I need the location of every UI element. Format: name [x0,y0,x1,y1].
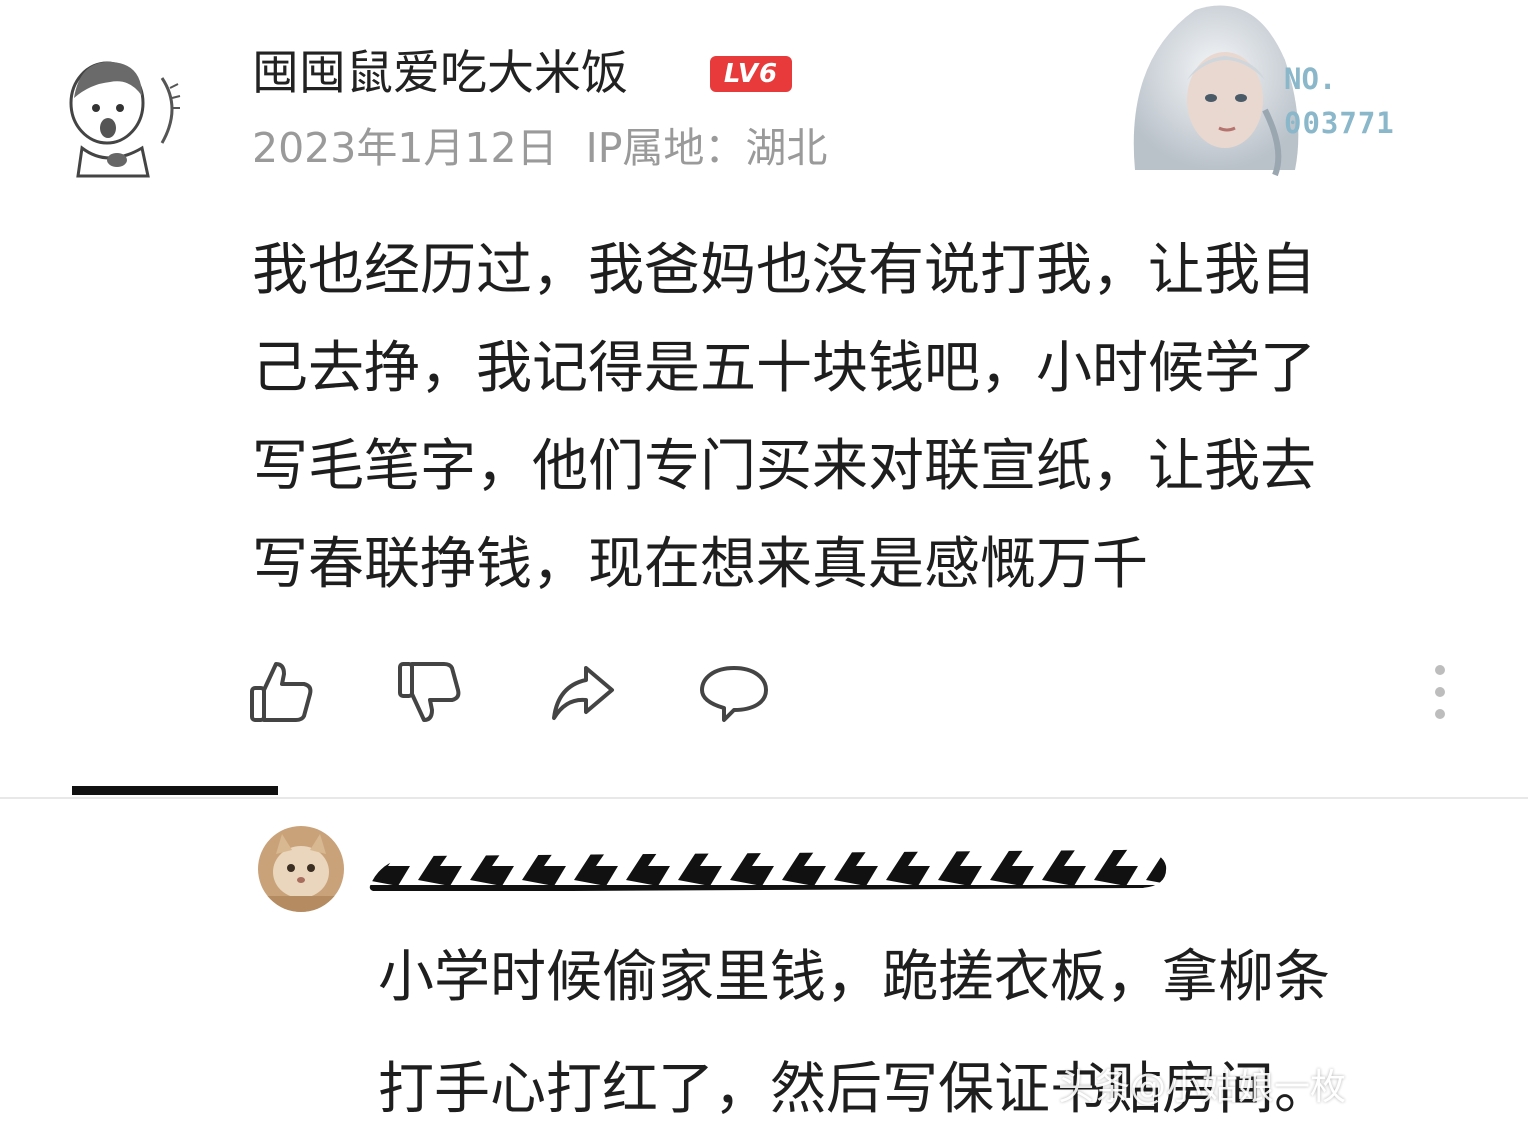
content-line: 己去挣，我记得是五十块钱吧，小时候学了 [252,336,1316,401]
ip-location: IP属地：湖北 [585,124,828,172]
like-button[interactable] [246,656,318,728]
reply-username-redacted [362,826,1172,900]
more-vertical-icon [1435,665,1445,719]
content-line: 写春联挣钱，现在想来真是感慨万千 [252,532,1148,597]
share-icon [552,666,614,720]
reply-line: 小学时候偷家里钱，跪搓衣板，拿柳条 [378,945,1330,1010]
share-button[interactable] [546,656,618,728]
medal-number: 003771 [1284,106,1395,140]
comment-content: 我也经历过，我爸妈也没有说打我，让我自 己去挣，我记得是五十块钱吧，小时候学了 … [252,222,1462,614]
avatar-frame-medal [1115,0,1415,180]
comment-meta: 2023年1月12日 IP属地：湖北 [252,120,827,176]
thumbs-down-icon [398,662,461,722]
content-line: 我也经历过，我爸妈也没有说打我，让我自 [252,238,1316,303]
content-line: 写毛笔字，他们专门买来对联宣纸，让我去 [252,434,1316,499]
divider [0,797,1528,799]
level-badge: LV6 [710,56,792,92]
user-avatar[interactable] [62,48,192,178]
reply-button[interactable] [698,656,770,728]
tab-indicator [72,786,278,795]
username[interactable]: 囤囤鼠爱吃大米饭 [252,44,628,104]
medal-label: NO. [1284,62,1337,96]
reply-avatar[interactable] [258,826,344,912]
comment-date: 2023年1月12日 [252,124,558,172]
thumbs-up-icon [250,662,313,722]
dislike-button[interactable] [394,656,466,728]
more-options-button[interactable] [1418,660,1462,726]
comment-icon [700,666,768,722]
watermark: 头条@小姑娘一枚 [1058,1067,1347,1108]
reply-content: 小学时候偷家里钱，跪搓衣板，拿柳条 打手心打红了，然后写保证书贴房间。 [378,922,1478,1146]
